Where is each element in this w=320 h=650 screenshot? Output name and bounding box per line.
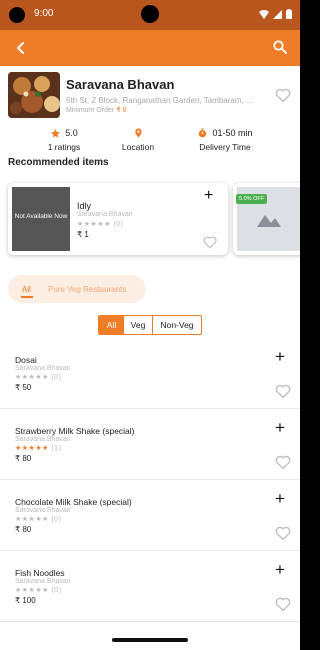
add-item-button[interactable]: + (275, 419, 285, 436)
location-label: Location (121, 142, 155, 152)
minimum-order-label: Minimum Order (66, 107, 115, 114)
search-icon[interactable] (272, 39, 288, 55)
heart-outline-icon[interactable] (274, 453, 292, 471)
heart-outline-icon[interactable] (274, 86, 292, 104)
category-active-indicator (21, 296, 33, 298)
item-stars: ★★★★★ (77, 221, 111, 228)
menu-item-rating: ★★★★★ (0) (15, 586, 61, 594)
camera-cutout (9, 7, 25, 23)
minimum-order-value: ₹ 0 (116, 107, 127, 114)
menu-item[interactable]: Dosai Saravana Bhavan ★★★★★ (0) ₹ 50 + (0, 338, 300, 409)
menu-item-stars: ★★★★★ (15, 374, 49, 381)
add-item-button[interactable]: + (275, 561, 285, 578)
menu-item-rating-count: (0) (51, 587, 62, 594)
menu-item-restaurant: Saravana Bhavan (15, 507, 71, 514)
item-price: ₹ 1 (77, 230, 89, 239)
menu-item-stars: ★★★★★ (15, 445, 49, 452)
system-nav-bar (0, 628, 300, 650)
menu-item-price: ₹ 80 (15, 454, 32, 463)
front-camera (141, 5, 159, 23)
rating-stat: 5.0 1 ratings (40, 126, 88, 152)
filter-nonveg-button[interactable]: Non-Veg (153, 316, 201, 334)
restaurant-address: 6th St, Z Block, Ranganathan Garden, Tam… (66, 96, 253, 105)
battery-icon (286, 9, 292, 19)
delivery-time-label: Delivery Time (199, 142, 251, 152)
item-restaurant: Saravana Bhavan (77, 211, 133, 218)
delivery-stat: 01-50 min Delivery Time (194, 126, 256, 152)
home-indicator[interactable] (112, 638, 188, 642)
item-rating-count: (0) (113, 221, 124, 228)
image-placeholder-icon (257, 215, 281, 227)
status-bar: 9:00 (0, 0, 300, 30)
heart-outline-icon[interactable] (274, 382, 292, 400)
filter-all-button[interactable]: All (99, 316, 124, 334)
delivery-time-value: 01-50 min (212, 128, 253, 138)
recommended-title: Recommended items (8, 157, 109, 168)
menu-item-restaurant: Saravana Bhavan (15, 436, 71, 443)
menu-item-restaurant: Saravana Bhavan (15, 578, 71, 585)
menu-item[interactable]: Strawberry Milk Shake (special) Saravana … (0, 409, 300, 480)
rating-label: 1 ratings (47, 142, 81, 152)
menu-item[interactable]: Chocolate Milk Shake (special) Saravana B… (0, 480, 300, 551)
menu-item-price: ₹ 50 (15, 383, 32, 392)
item-rating: ★★★★★ (0) (77, 220, 123, 228)
wifi-icon (259, 9, 269, 19)
menu-item-rating: ★★★★★ (0) (15, 515, 61, 523)
menu-item-price: ₹ 100 (15, 596, 36, 605)
restaurant-name: Saravana Bhavan (66, 77, 175, 92)
add-item-button[interactable]: + (275, 490, 285, 507)
menu-item-stars: ★★★★★ (15, 516, 49, 523)
item-name: Idly (77, 201, 92, 211)
category-pure-veg-tab[interactable]: Pure Veg Restaurants (48, 285, 126, 294)
location-pin-icon (134, 128, 142, 138)
menu-item-rating: ★★★★★ (1) (15, 444, 61, 452)
menu-item-price: ₹ 80 (15, 525, 32, 534)
app-bar (0, 30, 300, 66)
menu-item-rating-count: (0) (51, 374, 62, 381)
diet-filter: All Veg Non-Veg (98, 315, 202, 335)
menu-item-name: Strawberry Milk Shake (special) (15, 426, 135, 436)
menu-item-restaurant: Saravana Bhavan (15, 365, 71, 372)
restaurant-image (8, 72, 60, 118)
recommended-item-card[interactable]: 5.0% OFF (233, 183, 300, 255)
menu-item-rating-count: (0) (51, 516, 62, 523)
menu-item-name: Dosai (15, 355, 37, 365)
menu-item-rating: ★★★★★ (0) (15, 373, 61, 381)
status-time: 9:00 (34, 8, 54, 19)
minimum-order: Minimum Order ₹ 0 (66, 106, 126, 114)
back-arrow-icon[interactable] (13, 40, 29, 56)
heart-outline-icon[interactable] (274, 524, 292, 542)
add-item-button[interactable]: + (275, 348, 285, 365)
filter-veg-button[interactable]: Veg (124, 316, 153, 334)
signal-icon (273, 9, 282, 19)
star-icon (51, 128, 61, 138)
category-tabs: All Pure Veg Restaurants (8, 275, 146, 303)
menu-item-rating-count: (1) (51, 445, 62, 452)
rating-value: 5.0 (65, 128, 78, 138)
restaurant-stats: 5.0 1 ratings Location 01-50 min Deliver… (0, 126, 300, 152)
menu-item-name: Chocolate Milk Shake (special) (15, 497, 132, 507)
menu-item[interactable]: Fish Noodles Saravana Bhavan ★★★★★ (0) ₹ 10… (0, 551, 300, 622)
location-stat[interactable]: Location (112, 126, 164, 152)
recommended-item-card[interactable]: Not Available Now Idly Saravana Bhavan ★… (8, 183, 228, 255)
menu-item-stars: ★★★★★ (15, 587, 49, 594)
heart-outline-icon[interactable] (202, 234, 218, 250)
menu-item-name: Fish Noodles (15, 568, 65, 578)
offer-badge: 5.0% OFF (236, 194, 268, 204)
not-available-image: Not Available Now (12, 187, 70, 251)
phone-screen: 9:00 Saravana Bhavan 6th St, Z Block, Ra… (0, 0, 300, 650)
add-item-button[interactable]: + (204, 188, 213, 204)
status-icons (259, 9, 292, 19)
restaurant-header: Saravana Bhavan 6th St, Z Block, Rangana… (0, 66, 300, 126)
heart-outline-icon[interactable] (274, 595, 292, 613)
category-all-tab[interactable]: All (22, 285, 31, 294)
stopwatch-icon (199, 128, 207, 138)
